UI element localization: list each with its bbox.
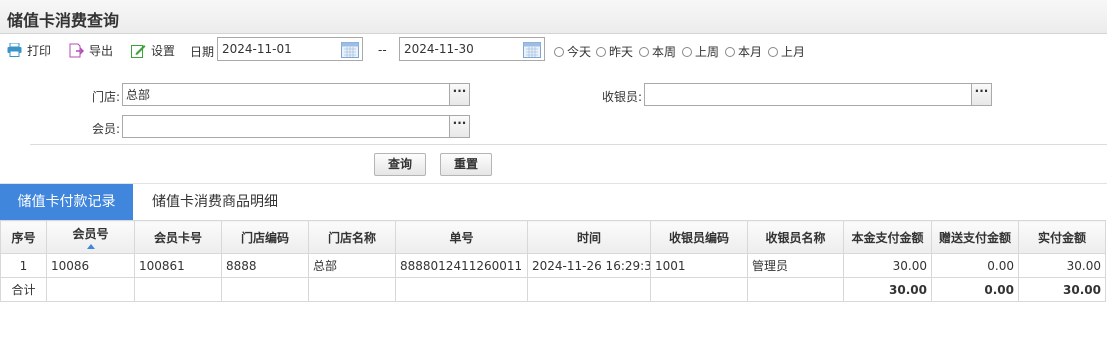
toolbar: 打印 导出 设置 日期 -- 今天 昨天 本周 上周 [0, 36, 1107, 64]
totals-row: 合计 30.00 0.00 30.00 [0, 277, 1106, 302]
radio-last-month[interactable]: 上月 [768, 43, 805, 60]
column-header[interactable]: 收银员编码 [650, 220, 748, 254]
radio-circle [639, 46, 649, 57]
column-header[interactable]: 实付金额 [1018, 220, 1106, 254]
radio-label: 上月 [781, 45, 806, 59]
empty-cell [221, 277, 309, 302]
cell-time: 2024-11-26 16:29:32 [527, 253, 651, 278]
filter-divider [30, 144, 1107, 145]
radio-label: 今天 [567, 45, 592, 59]
cell-store-code: 8888 [221, 253, 309, 278]
empty-cell [747, 277, 844, 302]
radio-label: 上周 [695, 45, 720, 59]
tab-bar: 储值卡付款记录 储值卡消费商品明细 [0, 183, 1107, 220]
column-header[interactable]: 序号 [0, 220, 47, 254]
radio-this-month[interactable]: 本月 [725, 43, 762, 60]
edit-settings-icon [131, 44, 146, 58]
empty-cell [395, 277, 528, 302]
member-lookup[interactable]: ··· [122, 115, 470, 138]
radio-label: 本周 [652, 45, 677, 59]
totals-label: 合计 [0, 277, 47, 302]
radio-circle [725, 46, 735, 57]
cell-member-id: 10086 [46, 253, 135, 278]
total-principal: 30.00 [843, 277, 932, 302]
member-input[interactable] [123, 116, 449, 137]
column-header[interactable]: 门店编码 [221, 220, 309, 254]
date-separator: -- [378, 43, 387, 57]
store-input[interactable] [123, 84, 449, 105]
member-lookup-button[interactable]: ··· [449, 116, 469, 137]
column-header-sorted[interactable]: 会员号 [46, 220, 135, 254]
query-button[interactable]: 查询 [374, 153, 426, 176]
table-header-row: 序号 会员号 会员卡号 门店编码 门店名称 单号 时间 收银员编码 收银员名称 … [0, 220, 1106, 254]
store-lookup[interactable]: ··· [122, 83, 470, 106]
column-header[interactable]: 会员卡号 [134, 220, 222, 254]
radio-label: 昨天 [609, 45, 634, 59]
date-to-input[interactable] [400, 38, 520, 60]
table-row[interactable]: 1 10086 100861 8888 总部 8888012411260011 … [0, 253, 1106, 278]
print-button[interactable]: 打印 [7, 40, 51, 60]
sort-ascending-icon [86, 244, 95, 249]
cashier-label: 收银员: [601, 90, 642, 104]
settings-label: 设置 [151, 43, 176, 58]
column-header[interactable]: 赠送支付金额 [931, 220, 1019, 254]
tab-payment-records[interactable]: 储值卡付款记录 [0, 184, 133, 220]
member-label: 会员: [91, 122, 120, 136]
tab-product-details[interactable]: 储值卡消费商品明细 [152, 184, 278, 220]
records-table: 序号 会员号 会员卡号 门店编码 门店名称 单号 时间 收银员编码 收银员名称 … [0, 220, 1106, 302]
page-title: 储值卡消费查询 [7, 11, 120, 30]
date-to-picker[interactable] [399, 37, 545, 61]
cell-card-no: 100861 [134, 253, 222, 278]
cashier-lookup-button[interactable]: ··· [971, 84, 991, 105]
radio-label: 本月 [738, 45, 763, 59]
cell-cashier-name: 管理员 [747, 253, 844, 278]
date-label: 日期 [190, 45, 215, 59]
column-header[interactable]: 门店名称 [308, 220, 396, 254]
store-label: 门店: [91, 90, 120, 104]
radio-yesterday[interactable]: 昨天 [596, 43, 633, 60]
column-header[interactable]: 时间 [527, 220, 651, 254]
store-lookup-button[interactable]: ··· [449, 84, 469, 105]
export-label: 导出 [89, 43, 114, 58]
cell-paid-amount: 30.00 [1018, 253, 1106, 278]
cell-store-name: 总部 [308, 253, 396, 278]
date-from-input[interactable] [218, 38, 338, 60]
export-icon [69, 43, 84, 57]
cashier-lookup[interactable]: ··· [644, 83, 992, 106]
reset-button[interactable]: 重置 [440, 153, 492, 176]
column-header[interactable]: 单号 [395, 220, 528, 254]
settings-button[interactable]: 设置 [131, 40, 175, 60]
empty-cell [46, 277, 135, 302]
page-header: 储值卡消费查询 [0, 0, 1107, 34]
radio-circle [596, 46, 606, 57]
print-label: 打印 [27, 43, 52, 58]
empty-cell [650, 277, 748, 302]
cell-gift-amount: 0.00 [931, 253, 1019, 278]
column-header[interactable]: 本金支付金额 [843, 220, 932, 254]
cell-principal-amount: 30.00 [843, 253, 932, 278]
empty-cell [527, 277, 651, 302]
calendar-icon[interactable] [341, 41, 359, 58]
radio-circle [682, 46, 692, 57]
total-paid: 30.00 [1018, 277, 1106, 302]
radio-today[interactable]: 今天 [554, 43, 591, 60]
radio-last-week[interactable]: 上周 [682, 43, 719, 60]
empty-cell [134, 277, 222, 302]
radio-this-week[interactable]: 本周 [639, 43, 676, 60]
printer-icon [7, 43, 22, 57]
cashier-input[interactable] [645, 84, 971, 105]
cell-cashier-code: 1001 [650, 253, 748, 278]
radio-circle [554, 46, 564, 57]
column-header[interactable]: 收银员名称 [747, 220, 844, 254]
row-index: 1 [0, 253, 47, 278]
empty-cell [308, 277, 396, 302]
cell-order-no: 8888012411260011 [395, 253, 528, 278]
calendar-icon[interactable] [523, 41, 541, 58]
radio-circle [768, 46, 778, 57]
total-gift: 0.00 [931, 277, 1019, 302]
date-from-picker[interactable] [217, 37, 363, 61]
export-button[interactable]: 导出 [69, 40, 113, 60]
